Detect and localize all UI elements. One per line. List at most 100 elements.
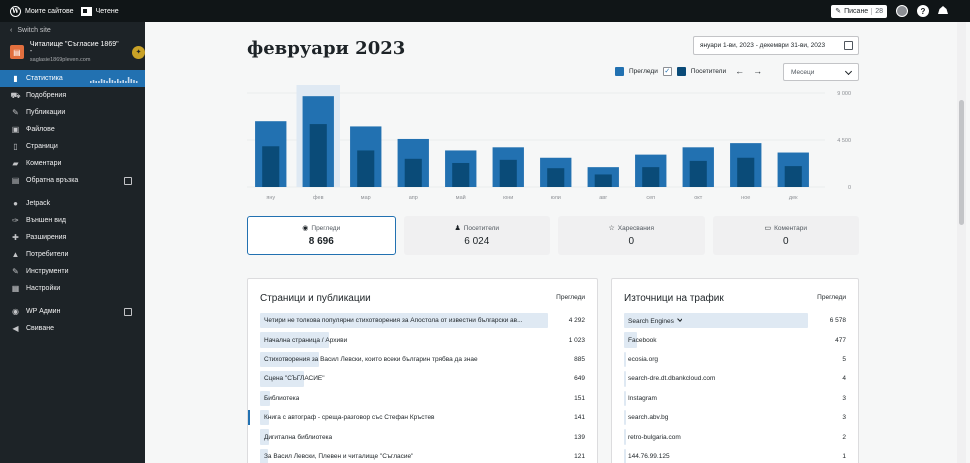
x-tick-label: фев [313, 195, 324, 201]
list-item[interactable]: Стихотворения за Васил Левски, които все… [260, 350, 585, 369]
reader-label: Четене [95, 7, 119, 15]
avatar[interactable] [896, 5, 908, 17]
row-value: 5 [842, 355, 846, 363]
page-scrollbar[interactable] [957, 22, 966, 463]
row-label-text: Сцена "СЪГЛАСИЕ" [264, 375, 325, 383]
switch-site-link[interactable]: ‹ Switch site [0, 22, 145, 38]
list-item[interactable]: Сцена "СЪГЛАСИЕ" 649 [260, 369, 585, 388]
sidebar-item-14[interactable]: ◀ Свиване [0, 320, 145, 337]
list-item[interactable]: Начална страница / Архиви 1 023 [260, 330, 585, 349]
visitors-bar[interactable] [404, 158, 422, 187]
row-value: 3 [842, 394, 846, 402]
main-content: февруари 2023 януари 1-ви, 2023 - декемв… [145, 22, 970, 463]
sidebar-item-4[interactable]: ▯ Страници [0, 138, 145, 155]
visitors-bar[interactable] [594, 174, 612, 187]
row-label: Книга с автограф - среща-разговор със Ст… [260, 414, 435, 421]
list-item[interactable]: retro-bulgaria.com 2 [624, 427, 846, 446]
visitors-bar[interactable] [547, 168, 565, 187]
sidebar-item-3[interactable]: ▣ Файлове [0, 121, 145, 138]
list-item[interactable]: Библиотека 151 [260, 389, 585, 408]
list-item[interactable]: За Васил Левски, Плевен и читалище "Съгл… [260, 447, 585, 463]
sidebar-item-1[interactable]: ⛟ Подобрения [0, 87, 145, 104]
stat-card-1[interactable]: ♟ Посетители 6 024 [403, 216, 550, 255]
stats-icon: ▮ [13, 74, 18, 83]
visitors-bar[interactable] [499, 159, 517, 187]
sidebar-item-11[interactable]: ✎ Инструменти [0, 263, 145, 280]
sidebar-item-6[interactable]: ▤ Обратна връзка [0, 172, 145, 189]
views-chart: 9 000 4 500 0 яну фев мар апр май юни юли авг сеп ок… [247, 85, 859, 205]
list-item[interactable]: ecosia.org 5 [624, 350, 846, 369]
visitors-bar[interactable] [689, 160, 707, 187]
x-tick-label: авг [599, 195, 607, 201]
sidebar-item-7[interactable]: ● Jetpack [0, 195, 145, 212]
legend-views: Прегледи [629, 67, 658, 75]
row-label-text: Дигитална библиотека [264, 433, 333, 441]
sidebar-item-0[interactable]: ▮ Статистика [0, 70, 145, 87]
row-label: Библиотека [260, 395, 299, 402]
list-item[interactable]: Четири не толкова популярни стихотворени… [260, 311, 585, 330]
row-value: 141 [574, 414, 585, 422]
write-button[interactable]: ✎ Писане 28 [831, 4, 887, 18]
sidebar-item-10[interactable]: ▲ Потребители [0, 246, 145, 263]
list-item[interactable]: search.abv.bg 3 [624, 408, 846, 427]
visitors-bar[interactable] [309, 124, 327, 187]
sidebar-item-label: Статистика [26, 75, 63, 82]
row-label-text: search.abv.bg [628, 414, 669, 422]
period-value: Месеци [791, 68, 815, 76]
list-item[interactable]: Дигитална библиотека 139 [260, 427, 585, 446]
chevron-down-icon[interactable] [677, 316, 682, 322]
list-item[interactable]: 144.76.99.125 1 [624, 447, 846, 463]
sidebar-item-9[interactable]: ✚ Разширения [0, 229, 145, 246]
stat-card-label: ♟ Посетители [454, 224, 499, 233]
sidebar-item-8[interactable]: ✑ Външен вид [0, 212, 145, 229]
help-icon[interactable]: ? [917, 5, 929, 17]
list-item[interactable]: Книга с автограф - среща-разговор със Ст… [248, 408, 585, 427]
visitors-bar[interactable] [642, 167, 660, 187]
scrollbar-thumb[interactable] [959, 100, 964, 225]
referrers-panel-column: Прегледи [817, 294, 846, 301]
list-item[interactable]: search-dre.dt.dbankcloud.com 4 [624, 369, 846, 388]
row-label: Facebook [624, 337, 657, 344]
list-item[interactable]: Facebook 477 [624, 330, 846, 349]
list-item[interactable]: Instagram 3 [624, 389, 846, 408]
x-tick-label: яну [266, 195, 275, 201]
write-label: Писане [844, 7, 869, 15]
site-url: saglasie1869pleven.com [29, 57, 91, 63]
posts-panel-title: Страници и публикации [260, 293, 371, 304]
stat-card-2[interactable]: ☆ Харесвания 0 [558, 216, 705, 255]
arrow-right-icon[interactable]: → [753, 66, 762, 76]
stat-cards: ◉ Прегледи 8 696 ♟ Посетители 6 024 ☆ Харесвани… [247, 216, 859, 255]
arrow-left-icon[interactable]: ← [735, 66, 744, 76]
stat-card-3[interactable]: ▭ Коментари 0 [712, 216, 859, 255]
sidebar-item-13[interactable]: ◉ WP Админ [0, 303, 145, 320]
row-value: 885 [574, 355, 585, 363]
chart-svg: 9 000 4 500 0 яну фев мар апр май юни юли авг сеп ок… [247, 85, 851, 201]
sidebar-item-5[interactable]: ▰ Коментари [0, 155, 145, 172]
period-select[interactable]: Месеци [783, 63, 859, 81]
site-card[interactable]: ▤ Читалище "Съгласие 1869" - saglasie186… [0, 38, 145, 66]
chart-legend: Прегледи ✓ Посетители ← → [615, 66, 762, 76]
wordpress-icon: W [10, 5, 21, 17]
notifications-icon[interactable] [938, 6, 948, 14]
visitors-bar[interactable] [452, 162, 470, 187]
eye-icon: ◉ [302, 225, 309, 232]
row-label: search.abv.bg [624, 414, 668, 421]
list-item[interactable]: Search Engines 6 578 [624, 311, 846, 330]
referrers-panel: Източници на трафик Прегледи Search Engi… [611, 278, 859, 463]
visitors-bar[interactable] [357, 150, 375, 187]
x-tick-label: юни [503, 195, 513, 201]
sidebar-item-12[interactable]: ▦ Настройки [0, 280, 145, 297]
visitors-bar[interactable] [784, 166, 802, 187]
jetpack-icon: ● [13, 199, 18, 208]
my-sites-button[interactable]: W Моите сайтове [10, 5, 74, 17]
sidebar-item-2[interactable]: ✎ Публикации [0, 104, 145, 121]
row-label: Search Engines [624, 316, 682, 325]
visitors-checkbox[interactable]: ✓ [662, 66, 672, 76]
stat-card-label-text: Харесвания [617, 224, 654, 232]
drafts-count[interactable]: 28 [871, 7, 883, 15]
visitors-bar[interactable] [737, 157, 755, 187]
stat-card-0[interactable]: ◉ Прегледи 8 696 [247, 216, 396, 255]
visitors-bar[interactable] [262, 146, 280, 187]
date-range-picker[interactable]: януари 1-ви, 2023 - декември 31-ви, 2023 [693, 36, 859, 55]
reader-button[interactable]: Четене [80, 6, 119, 16]
